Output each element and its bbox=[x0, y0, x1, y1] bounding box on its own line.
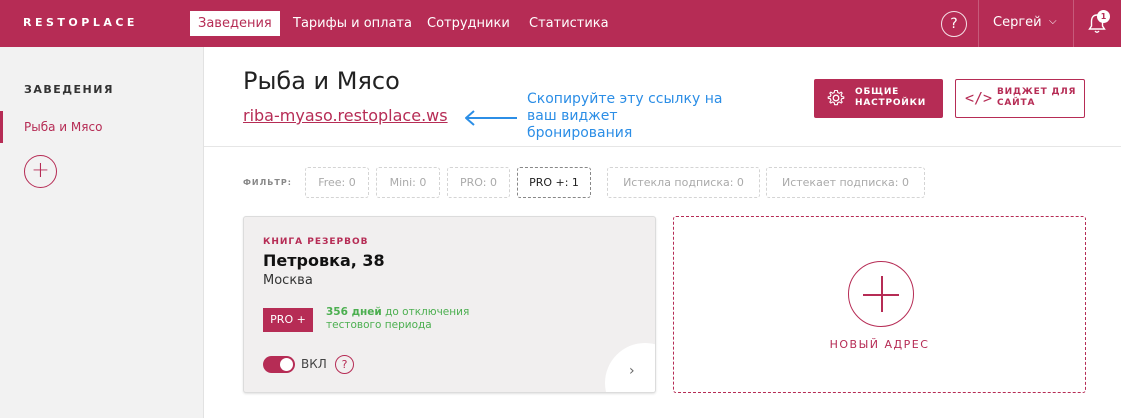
help-icon[interactable]: ? bbox=[941, 11, 967, 37]
top-nav-bar: RESTOPLACE Заведения Тарифы и оплата Сот… bbox=[0, 0, 1121, 47]
toggle-label: ВКЛ bbox=[301, 357, 327, 371]
trial-days: 356 дней bbox=[326, 306, 382, 318]
gear-icon bbox=[827, 89, 845, 106]
trial-status: 356 дней до отключения тестового периода bbox=[326, 306, 506, 332]
new-address-card[interactable]: НОВЫЙ АДРЕС bbox=[673, 216, 1086, 393]
user-menu[interactable]: Сергей bbox=[993, 15, 1042, 30]
site-widget-button[interactable]: </> ВИДЖЕТ ДЛЯ САЙТА bbox=[955, 79, 1085, 118]
sidebar: ЗАВЕДЕНИЯ Рыба и Мясо + bbox=[0, 47, 204, 418]
venue-city: Москва bbox=[263, 273, 313, 288]
logo[interactable]: RESTOPLACE bbox=[23, 16, 138, 29]
nav-divider bbox=[978, 0, 979, 47]
filter-chip-expired[interactable]: Истекла подписка: 0 bbox=[607, 167, 760, 198]
link-hint: Скопируйте эту ссылку на ваш виджет брон… bbox=[527, 91, 723, 141]
sidebar-title: ЗАВЕДЕНИЯ bbox=[24, 83, 114, 96]
notification-badge: 1 bbox=[1097, 10, 1110, 23]
arrow-left-icon bbox=[465, 110, 517, 126]
venue-card[interactable]: КНИГА РЕЗЕРВОВ Петровка, 38 Москва PRO +… bbox=[243, 216, 656, 393]
new-address-label: НОВЫЙ АДРЕС bbox=[829, 338, 930, 351]
venue-toggle[interactable] bbox=[263, 356, 295, 373]
code-icon: </> bbox=[965, 89, 993, 107]
nav-item-tariffs[interactable]: Тарифы и оплата bbox=[285, 11, 420, 36]
chevron-right-icon: › bbox=[629, 363, 635, 379]
venue-category: КНИГА РЕЗЕРВОВ bbox=[263, 237, 369, 247]
sidebar-item-venue[interactable]: Рыба и Мясо bbox=[0, 111, 203, 143]
page-title: Рыба и Мясо bbox=[243, 67, 400, 95]
booking-link[interactable]: riba-myaso.restoplace.ws bbox=[243, 106, 448, 125]
general-settings-button[interactable]: ОБЩИЕ НАСТРОЙКИ bbox=[814, 79, 943, 118]
nav-item-statistics[interactable]: Статистика bbox=[521, 11, 617, 36]
filter-chip-pro-plus[interactable]: PRO +: 1 bbox=[517, 167, 591, 198]
filter-label: ФИЛЬТР: bbox=[243, 178, 292, 187]
general-settings-label: ОБЩИЕ НАСТРОЙКИ bbox=[855, 87, 927, 108]
venue-address: Петровка, 38 bbox=[263, 251, 385, 270]
help-icon[interactable]: ? bbox=[335, 355, 354, 374]
open-venue-button[interactable]: › bbox=[605, 343, 655, 392]
chevron-down-icon[interactable]: ⌵ bbox=[1049, 16, 1057, 27]
nav-item-staff[interactable]: Сотрудники bbox=[419, 11, 518, 36]
plan-badge: PRO + bbox=[263, 308, 313, 332]
plus-icon[interactable] bbox=[848, 261, 914, 327]
nav-divider bbox=[1073, 0, 1074, 47]
filter-chip-mini[interactable]: Mini: 0 bbox=[376, 167, 440, 198]
filter-chip-pro[interactable]: PRO: 0 bbox=[447, 167, 510, 198]
filter-chip-expiring[interactable]: Истекает подписка: 0 bbox=[766, 167, 925, 198]
add-venue-button[interactable]: + bbox=[24, 155, 57, 188]
nav-item-venues[interactable]: Заведения bbox=[190, 11, 280, 36]
filter-chip-free[interactable]: Free: 0 bbox=[305, 167, 369, 198]
header-divider bbox=[204, 146, 1121, 147]
site-widget-label: ВИДЖЕТ ДЛЯ САЙТА bbox=[997, 87, 1077, 108]
